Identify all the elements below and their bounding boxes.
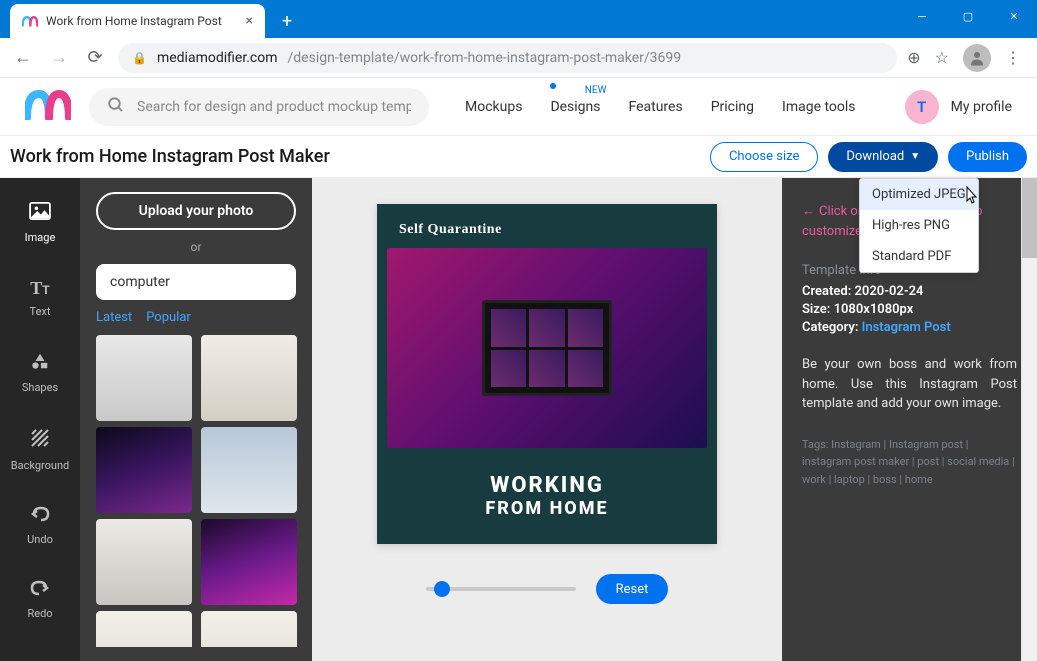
window-controls: ─ ▢ ✕ xyxy=(899,0,1037,38)
new-badge: NEW xyxy=(585,85,607,96)
category-link[interactable]: Instagram Post xyxy=(862,320,951,335)
rail-background[interactable]: Background xyxy=(10,420,70,480)
download-dropdown: Optimized JPEG High-res PNG Standard PDF xyxy=(859,178,979,273)
image-icon xyxy=(29,202,51,225)
page-title: Work from Home Instagram Post Maker xyxy=(10,146,330,167)
image-thumbnail[interactable] xyxy=(96,611,192,647)
redo-icon xyxy=(30,580,50,601)
browser-titlebar: Work from Home Instagram Post × + ─ ▢ ✕ xyxy=(0,0,1037,38)
rail-undo[interactable]: Undo xyxy=(10,498,70,554)
zoom-icon[interactable]: ⊕ xyxy=(907,48,920,67)
browser-reload-button[interactable]: ⟳ xyxy=(82,45,108,71)
sort-latest[interactable]: Latest xyxy=(96,310,132,325)
browser-forward-button[interactable]: → xyxy=(46,45,72,71)
main-nav: Mockups NEW Designs Features Pricing Ima… xyxy=(465,99,856,115)
nav-features[interactable]: Features xyxy=(629,99,683,115)
canvas-quote-text[interactable]: Self Quarantine xyxy=(399,222,695,238)
nav-pricing[interactable]: Pricing xyxy=(711,99,754,115)
browser-back-button[interactable]: ← xyxy=(10,45,36,71)
text-icon: TT xyxy=(30,278,49,299)
nav-imagetools[interactable]: Image tools xyxy=(782,99,856,115)
site-logo[interactable] xyxy=(25,90,71,124)
rail-image[interactable]: Image xyxy=(10,194,70,252)
rail-redo[interactable]: Redo xyxy=(10,572,70,628)
tab-title: Work from Home Instagram Post xyxy=(46,14,222,28)
profile-label: My profile xyxy=(951,99,1012,115)
design-canvas[interactable]: Self Quarantine WORKING FROM HOME xyxy=(377,204,717,544)
image-thumbnail[interactable] xyxy=(201,611,297,647)
rail-text[interactable]: TT Text xyxy=(10,270,70,326)
sort-popular[interactable]: Popular xyxy=(146,310,191,325)
zoom-slider[interactable] xyxy=(426,587,576,591)
url-path: /design-template/work-from-home-instagra… xyxy=(288,50,682,66)
image-thumbnail[interactable] xyxy=(201,335,297,421)
dropdown-item-optimized-jpeg[interactable]: Optimized JPEG xyxy=(860,179,978,210)
site-favicon xyxy=(22,13,38,29)
image-picker-panel: Upload your photo or computer Latest Pop… xyxy=(80,178,312,661)
browser-profile-avatar[interactable] xyxy=(963,44,991,72)
window-close-button[interactable]: ✕ xyxy=(991,0,1037,32)
scroll-thumb[interactable] xyxy=(1022,178,1037,258)
browser-tab[interactable]: Work from Home Instagram Post × xyxy=(10,4,265,38)
dropdown-item-high-res-png[interactable]: High-res PNG xyxy=(860,210,978,241)
page-scrollbar[interactable] xyxy=(1021,178,1037,661)
rail-shapes[interactable]: Shapes xyxy=(10,344,70,402)
dropdown-item-standard-pdf[interactable]: Standard PDF xyxy=(860,241,978,272)
search-icon xyxy=(107,96,125,118)
image-thumbnail[interactable] xyxy=(96,427,192,513)
choose-size-button[interactable]: Choose size xyxy=(710,142,818,172)
search-placeholder: Search for design and product mockup tem… xyxy=(137,99,411,115)
image-thumbnail[interactable] xyxy=(96,519,192,605)
background-icon xyxy=(30,428,50,453)
upload-photo-button[interactable]: Upload your photo xyxy=(96,192,296,230)
undo-icon xyxy=(30,506,50,527)
chevron-down-icon: ▼ xyxy=(910,151,920,162)
canvas-photo[interactable] xyxy=(387,248,707,448)
publish-button[interactable]: Publish xyxy=(948,142,1027,172)
lock-icon: 🔒 xyxy=(132,51,147,65)
bookmark-icon[interactable]: ☆ xyxy=(935,48,949,67)
left-rail: Image TT Text Shapes Background Undo Red… xyxy=(0,178,80,661)
site-header: Search for design and product mockup tem… xyxy=(0,78,1037,136)
template-category: Category: Instagram Post xyxy=(802,320,1017,335)
new-dot-icon xyxy=(550,83,556,89)
image-thumbnail[interactable] xyxy=(201,519,297,605)
template-tags: Tags: Instagram | Instagram post | insta… xyxy=(802,436,1017,489)
image-search-input[interactable]: computer xyxy=(96,264,296,300)
image-thumbnail[interactable] xyxy=(201,427,297,513)
url-domain: mediamodifier.com xyxy=(157,50,278,66)
template-size: Size: 1080x1080px xyxy=(802,302,1017,317)
canvas-heading-line1[interactable]: WORKING xyxy=(490,473,604,498)
arrow-left-icon: ← xyxy=(802,204,815,219)
download-button[interactable]: Download ▼ xyxy=(828,142,938,172)
canvas-area: Self Quarantine WORKING FROM HOME Re xyxy=(312,178,782,661)
template-description: Be your own boss and work from home. Use… xyxy=(802,355,1017,414)
nav-designs[interactable]: NEW Designs xyxy=(550,99,600,115)
tab-close-icon[interactable]: × xyxy=(246,13,253,29)
zoom-controls: Reset xyxy=(426,574,669,604)
canvas-heading-line2[interactable]: FROM HOME xyxy=(485,498,608,519)
profile-avatar: T xyxy=(905,90,939,124)
window-maximize-button[interactable]: ▢ xyxy=(945,0,991,32)
monitor-mock xyxy=(482,300,612,396)
image-grid xyxy=(96,335,300,647)
image-thumbnail[interactable] xyxy=(96,335,192,421)
or-divider: or xyxy=(96,240,296,254)
profile-link[interactable]: T My profile xyxy=(905,90,1012,124)
site-search-input[interactable]: Search for design and product mockup tem… xyxy=(89,88,429,126)
browser-address-bar: ← → ⟳ 🔒 mediamodifier.com/design-templat… xyxy=(0,38,1037,78)
shapes-icon xyxy=(30,352,50,375)
url-input[interactable]: 🔒 mediamodifier.com/design-template/work… xyxy=(118,43,897,73)
reset-button[interactable]: Reset xyxy=(596,574,669,604)
template-created: Created: 2020-02-24 xyxy=(802,284,1017,299)
sort-links: Latest Popular xyxy=(96,310,296,325)
new-tab-button[interactable]: + xyxy=(273,7,301,35)
nav-mockups[interactable]: Mockups xyxy=(465,99,522,115)
page-title-bar: Work from Home Instagram Post Maker Choo… xyxy=(0,136,1037,178)
window-minimize-button[interactable]: ─ xyxy=(899,0,945,32)
editor: Optimized JPEG High-res PNG Standard PDF… xyxy=(0,178,1037,661)
slider-knob[interactable] xyxy=(434,581,450,597)
browser-menu-icon[interactable]: ⋮ xyxy=(1005,48,1021,67)
